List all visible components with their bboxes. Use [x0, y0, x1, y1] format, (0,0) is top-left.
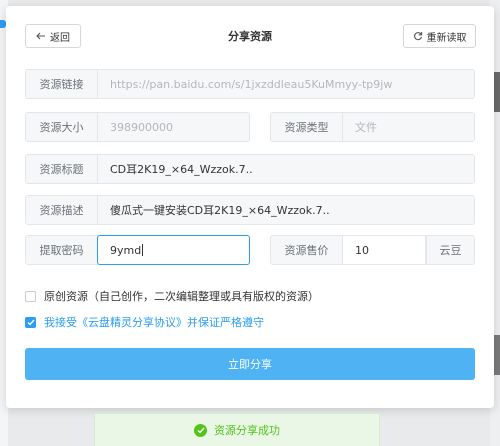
- resource-title-input[interactable]: CD耳2K19_×64_Wzzok.7..: [98, 161, 253, 177]
- resource-type-field: 资源类型 文件: [270, 112, 475, 142]
- extract-code-text: 9ymd: [110, 243, 142, 257]
- dialog-header: 返回 分享资源 重新读取: [6, 6, 494, 62]
- resource-type-label: 资源类型: [271, 113, 343, 141]
- check-circle-icon: [194, 423, 207, 437]
- toast-message: 资源分享成功: [214, 424, 280, 437]
- agreement-suffix: 并保证严格遵守: [187, 316, 264, 329]
- extract-code-input[interactable]: 9ymd: [97, 235, 250, 265]
- resource-type-value: 文件: [355, 121, 377, 134]
- resource-price-label: 资源售价: [271, 236, 343, 264]
- resource-link-field: 资源链接 https://pan.baidu.com/s/1jxzddleau5…: [25, 69, 475, 99]
- refresh-icon: [413, 32, 422, 41]
- agreement-option[interactable]: 我接受《云盘精灵分享协议》并保证严格遵守: [25, 314, 264, 330]
- reload-button[interactable]: 重新读取: [403, 24, 476, 48]
- resource-price-field[interactable]: 资源售价 10 云豆: [270, 235, 475, 265]
- agreement-prefix: 我接受: [44, 316, 77, 329]
- checkmark-icon: [27, 319, 35, 326]
- resource-price-input[interactable]: 10: [342, 235, 426, 265]
- agreement-checkbox[interactable]: [25, 316, 36, 328]
- original-resource-checkbox[interactable]: [25, 290, 36, 302]
- reload-button-label: 重新读取: [426, 32, 467, 44]
- resource-size-field: 资源大小 398900000: [25, 112, 250, 142]
- resource-title-label: 资源标题: [26, 155, 98, 183]
- resource-size-value: 398900000: [110, 120, 173, 134]
- resource-link-value: https://pan.baidu.com/s/1jxzddleau5KuMmy…: [110, 77, 393, 91]
- agreement-link[interactable]: 《云盘精灵分享协议》: [77, 316, 187, 329]
- text-caret: [142, 244, 144, 256]
- original-resource-label: 原创资源（自己创作，二次编辑整理或具有版权的资源）: [44, 290, 319, 303]
- resource-link-label: 资源链接: [26, 70, 98, 98]
- agreement-text: 我接受《云盘精灵分享协议》并保证严格遵守: [44, 314, 264, 330]
- share-now-button[interactable]: 立即分享: [25, 348, 475, 380]
- share-resource-dialog: 返回 分享资源 重新读取 资源链接 https://pan.baidu.com/…: [6, 6, 494, 408]
- resource-description-input[interactable]: 傻瓜式一键安装CD耳2K19_×64_Wzzok.7..: [98, 202, 330, 218]
- price-unit: 云豆: [426, 236, 474, 264]
- resource-description-field[interactable]: 资源描述 傻瓜式一键安装CD耳2K19_×64_Wzzok.7..: [25, 195, 475, 225]
- resource-title-field[interactable]: 资源标题 CD耳2K19_×64_Wzzok.7..: [25, 154, 475, 184]
- resource-size-label: 资源大小: [26, 113, 98, 141]
- original-resource-option[interactable]: 原创资源（自己创作，二次编辑整理或具有版权的资源）: [25, 288, 319, 304]
- success-toast: 资源分享成功: [94, 413, 380, 446]
- extract-code-label: 提取密码: [26, 236, 98, 264]
- resource-description-label: 资源描述: [26, 196, 98, 224]
- extract-code-field[interactable]: 提取密码 9ymd: [25, 235, 250, 265]
